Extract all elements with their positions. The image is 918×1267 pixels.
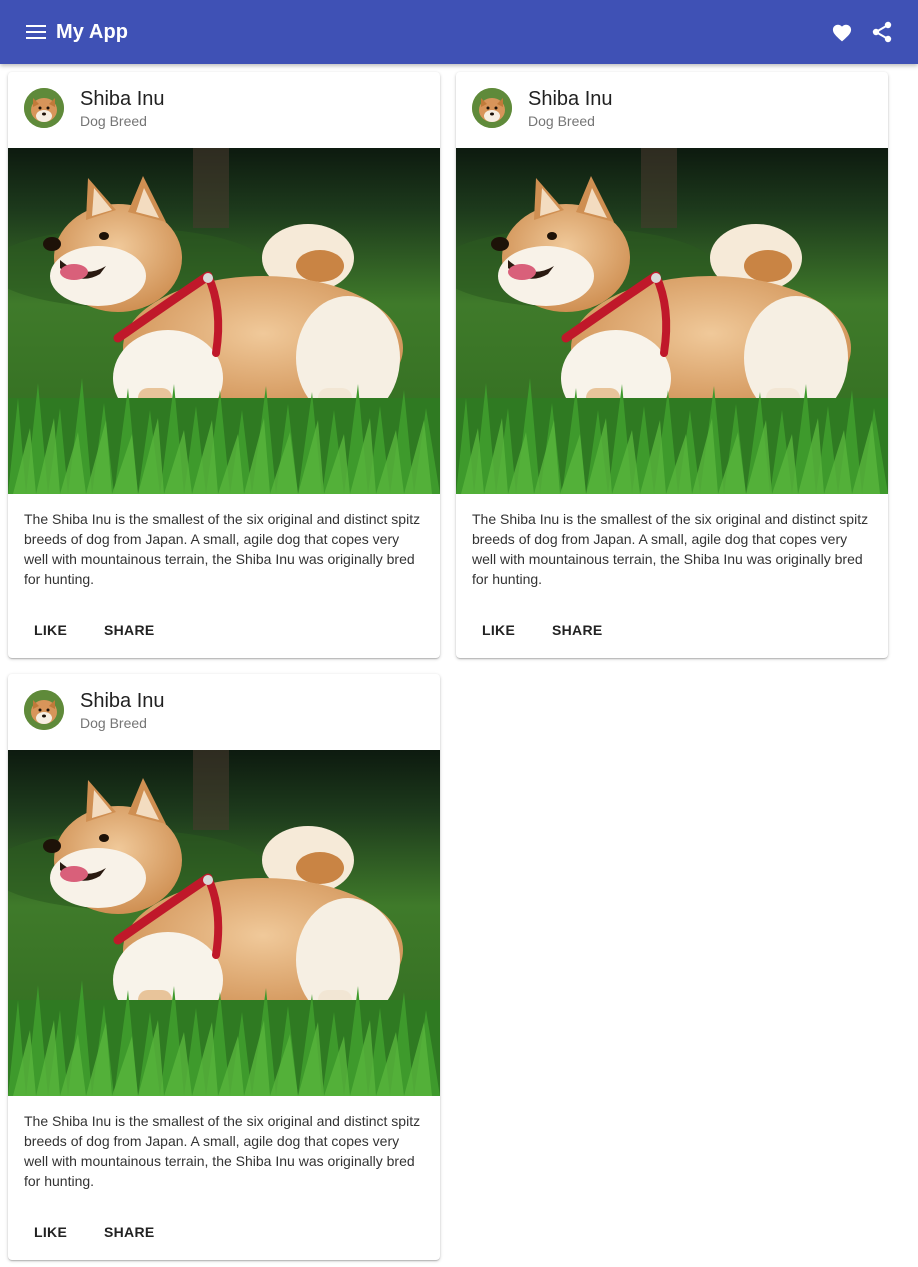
card-image <box>8 750 440 1096</box>
breed-card: Shiba Inu Dog Breed The Shiba Inu is the… <box>8 72 440 658</box>
card-description: The Shiba Inu is the smallest of the six… <box>24 511 421 587</box>
share-icon[interactable] <box>868 18 896 46</box>
share-button[interactable]: SHARE <box>104 618 155 642</box>
card-subtitle: Dog Breed <box>80 715 147 731</box>
card-image <box>8 148 440 494</box>
card-title: Shiba Inu <box>80 690 165 712</box>
heart-icon[interactable] <box>828 18 856 46</box>
card-subtitle: Dog Breed <box>80 113 147 129</box>
app-toolbar: My App <box>0 0 918 64</box>
card-description: The Shiba Inu is the smallest of the six… <box>472 511 869 587</box>
app-title: My App <box>56 21 129 43</box>
avatar <box>472 88 512 128</box>
share-button[interactable]: SHARE <box>552 618 603 642</box>
breed-card: Shiba Inu Dog Breed The Shiba Inu is the… <box>456 72 888 658</box>
breed-card: Shiba Inu Dog Breed The Shiba Inu is the… <box>8 674 440 1260</box>
card-description: The Shiba Inu is the smallest of the six… <box>24 1113 421 1189</box>
menu-icon[interactable] <box>22 18 50 46</box>
card-image <box>456 148 888 494</box>
like-button[interactable]: LIKE <box>482 618 515 642</box>
card-title: Shiba Inu <box>528 88 613 110</box>
avatar <box>24 690 64 730</box>
like-button[interactable]: LIKE <box>34 618 67 642</box>
share-button[interactable]: SHARE <box>104 1220 155 1244</box>
card-subtitle: Dog Breed <box>528 113 595 129</box>
card-title: Shiba Inu <box>80 88 165 110</box>
avatar <box>24 88 64 128</box>
like-button[interactable]: LIKE <box>34 1220 67 1244</box>
